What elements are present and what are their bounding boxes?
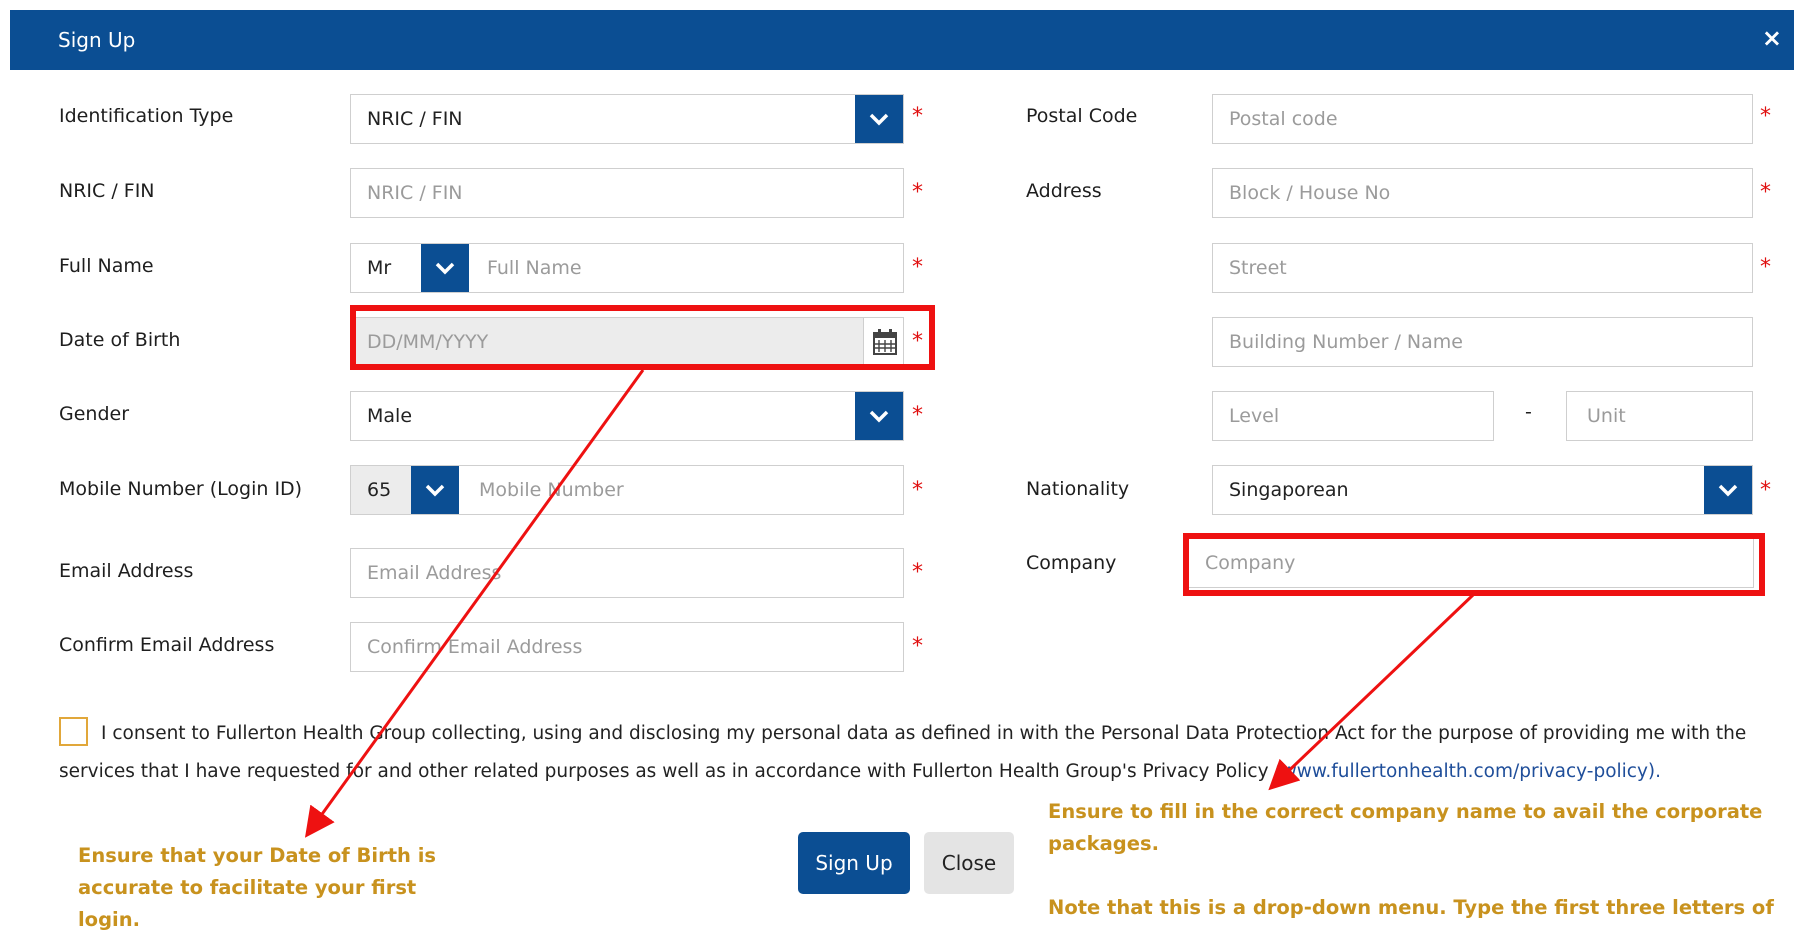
dob-arrow (304, 369, 645, 838)
company-arrow (1268, 593, 1475, 791)
annotation-arrows (304, 369, 1475, 838)
